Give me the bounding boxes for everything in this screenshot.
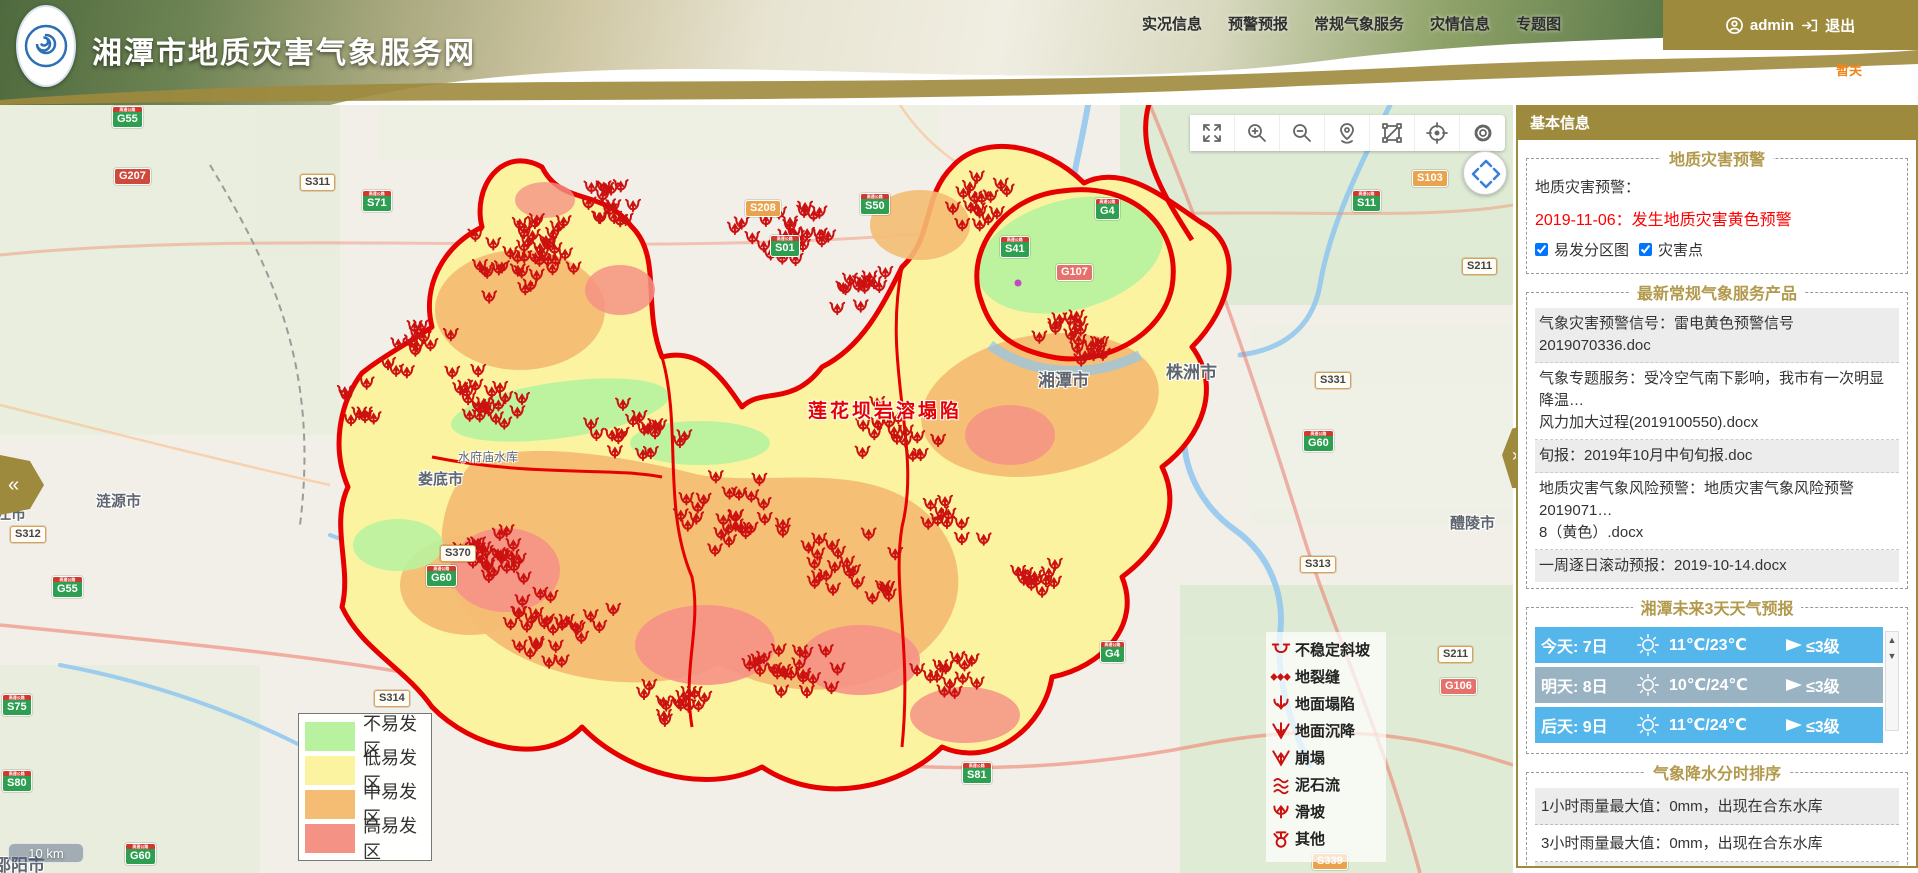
risk-zone-legend: 不易发区 低易发区 中易发区 高易发区 xyxy=(298,713,432,861)
rockfall-icon xyxy=(1270,747,1292,769)
disaster-symbol-legend: 不稳定斜坡 地裂缝 地面塌陷 地面沉降 崩塌 泥石流 滑坡 其他 xyxy=(1266,632,1386,862)
map-toolbar xyxy=(1190,115,1505,151)
forecast-scrollbar[interactable]: ▲ ▼ xyxy=(1885,631,1899,731)
disaster-point-icon[interactable] xyxy=(626,200,640,212)
user-icon xyxy=(1726,17,1743,34)
precip-panel: 气象降水分时排序 1小时雨量最大值：0mm，出现在合东水库 3小时雨量最大值：0… xyxy=(1526,760,1908,868)
checkbox-label[interactable]: 灾害点 xyxy=(1658,239,1703,260)
precip-item: 3小时雨量最大值：0mm，出现在合东水库 xyxy=(1535,825,1899,862)
debris-flow-icon xyxy=(1270,774,1292,796)
layer-checkbox-disaster-points[interactable] xyxy=(1639,243,1652,256)
product-item[interactable]: 一周逐日滚动预报：2019-10-14.docx xyxy=(1535,550,1899,582)
logout-label[interactable]: 退出 xyxy=(1825,15,1855,36)
geo-warning-panel: 地质灾害预警 地质灾害预警： 2019-11-06：发生地质灾害黄色预警 易发分… xyxy=(1526,146,1908,274)
pan-up-icon xyxy=(1481,161,1491,166)
notice-marquee: 暂关 xyxy=(1836,60,1862,79)
chevron-left-icon: « xyxy=(8,474,19,497)
ground-collapse-icon xyxy=(1270,693,1292,715)
warning-message: 2019-11-06：发生地质灾害黄色预警 xyxy=(1535,206,1899,230)
panel-title: 地质灾害预警 xyxy=(1661,146,1773,170)
precip-item: 6小时雨量最大值：0.3mm，出现在洋潭电站 xyxy=(1535,862,1899,868)
forecast-row-today: 今天: 7日 11℃/23℃ ≤3级 xyxy=(1535,627,1883,663)
checkbox-label[interactable]: 易发分区图 xyxy=(1554,239,1629,260)
disaster-point-icon[interactable] xyxy=(854,300,868,312)
sunny-icon xyxy=(1633,631,1663,659)
special-point xyxy=(1015,280,1022,287)
landslide-icon xyxy=(1270,801,1292,823)
zoom-out-icon[interactable] xyxy=(1280,115,1325,151)
nav-item-disaster-info[interactable]: 灾情信息 xyxy=(1430,13,1490,34)
legend-row: 高易发区 xyxy=(305,821,425,855)
site-title: 湘潭市地质灾害气象服务网 xyxy=(92,28,476,72)
wind-direction-icon xyxy=(1785,718,1803,732)
swatch-yellow xyxy=(305,756,355,785)
product-item[interactable]: 地质灾害气象风险预警：地质灾害气象风险预警2019071…8（黄色）.docx xyxy=(1535,473,1899,550)
fullscreen-icon[interactable] xyxy=(1190,115,1235,151)
disaster-point-icon[interactable] xyxy=(757,240,771,252)
username: admin xyxy=(1750,17,1794,34)
target-icon[interactable] xyxy=(1415,115,1460,151)
disaster-point-icon[interactable] xyxy=(764,248,778,260)
info-sidebar: 基本信息 地质灾害预警 地质灾害预警： 2019-11-06：发生地质灾害黄色预… xyxy=(1516,105,1918,868)
map-scale: 10 km xyxy=(8,843,84,863)
swatch-green xyxy=(305,722,355,751)
nav-item-live-info[interactable]: 实况信息 xyxy=(1142,13,1202,34)
sunny-icon xyxy=(1633,711,1663,739)
pan-down-icon xyxy=(1481,182,1491,187)
pan-left-icon xyxy=(1473,169,1478,179)
ground-fissure-icon xyxy=(1270,666,1292,688)
disaster-point-icon[interactable] xyxy=(830,303,844,315)
user-box[interactable]: admin 退出 xyxy=(1663,0,1918,50)
site-logo xyxy=(16,5,76,87)
product-item[interactable]: 气象灾害预警信号：雷电黄色预警信号2019070336.doc xyxy=(1535,308,1899,363)
zoom-in-icon[interactable] xyxy=(1235,115,1280,151)
products-panel: 最新常规气象服务产品 气象灾害预警信号：雷电黄色预警信号2019070336.d… xyxy=(1526,280,1908,589)
product-item[interactable]: 旬报：2019年10月中旬旬报.doc xyxy=(1535,440,1899,473)
layer-checkbox-risk-zones[interactable] xyxy=(1535,243,1548,256)
swatch-red xyxy=(305,824,355,853)
scroll-down-icon: ▼ xyxy=(1888,648,1897,664)
other-icon xyxy=(1270,828,1292,850)
panel-title: 气象降水分时排序 xyxy=(1645,760,1789,784)
disaster-point-icon[interactable] xyxy=(775,252,789,264)
forecast-row-tomorrow: 明天: 8日 10℃/24℃ ≤3级 xyxy=(1535,667,1883,703)
sunny-icon xyxy=(1633,671,1663,699)
disaster-point-icon[interactable] xyxy=(789,254,803,266)
swatch-orange xyxy=(305,790,355,819)
unstable-slope-icon xyxy=(1270,639,1292,661)
wind-direction-icon xyxy=(1785,678,1803,692)
pan-control[interactable] xyxy=(1463,151,1507,195)
nav-item-warning-forecast[interactable]: 预警预报 xyxy=(1228,13,1288,34)
forecast-panel: 湘潭未来3天天气预报 今天: 7日 11℃/23℃ ≤3级 明天: 8日 10℃… xyxy=(1526,595,1908,754)
scroll-up-icon: ▲ xyxy=(1888,632,1897,648)
disaster-point-icon[interactable] xyxy=(759,214,773,226)
product-item[interactable]: 气象专题服务：受冷空气南下影响，我市有一次明显降温…风力加大过程(2019100… xyxy=(1535,363,1899,440)
locate-pin-icon[interactable] xyxy=(1325,115,1370,151)
panel-title: 湘潭未来3天天气预报 xyxy=(1633,595,1802,619)
wind-direction-icon xyxy=(1785,638,1803,652)
logout-icon xyxy=(1801,18,1818,33)
precip-item: 1小时雨量最大值：0mm，出现在合东水库 xyxy=(1535,788,1899,825)
disaster-point-icon[interactable] xyxy=(839,283,853,295)
main-nav: 实况信息 预警预报 常规气象服务 灾情信息 专题图 xyxy=(1142,13,1561,34)
sidebar-title: 基本信息 xyxy=(1518,107,1916,140)
risk-region xyxy=(339,105,1229,789)
panel-title: 最新常规气象服务产品 xyxy=(1629,280,1805,304)
warning-label: 地质灾害预警： xyxy=(1535,176,1899,197)
ground-subsidence-icon xyxy=(1270,720,1292,742)
header: 湘潭市地质灾害气象服务网 实况信息 预警预报 常规气象服务 灾情信息 专题图 a… xyxy=(0,0,1918,105)
measure-area-icon[interactable] xyxy=(1370,115,1415,151)
nav-item-regular-service[interactable]: 常规气象服务 xyxy=(1314,13,1404,34)
forecast-row-day-after: 后天: 9日 11℃/24℃ ≤3级 xyxy=(1535,707,1883,743)
settings-gear-icon[interactable] xyxy=(1460,115,1505,151)
page: { "header": { "title": "湘潭市地质灾害气象服务网", "… xyxy=(0,0,1918,873)
nav-item-thematic-map[interactable]: 专题图 xyxy=(1516,13,1561,34)
pan-right-icon xyxy=(1494,169,1499,179)
